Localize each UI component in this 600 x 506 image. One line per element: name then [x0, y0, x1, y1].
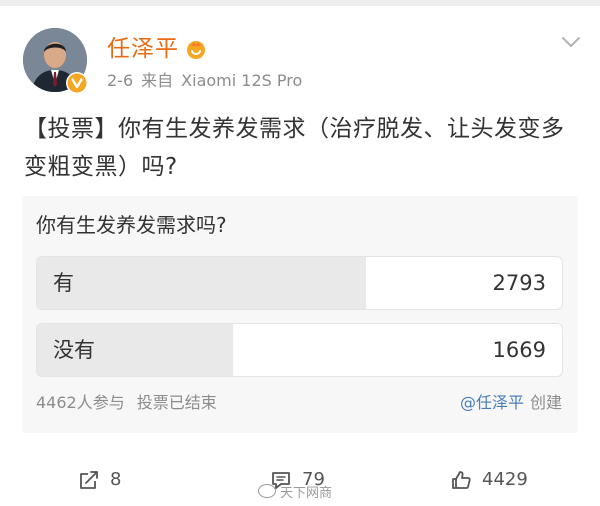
poll-status: 投票已结束	[136, 393, 217, 412]
post-text: 【投票】你有生发养发需求（治疗脱发、让头发变多变粗变黑）吗?	[24, 116, 565, 180]
source-prefix: 来自	[141, 71, 174, 90]
post-meta: 2-6 来自 Xiaomi 12S Pro	[107, 70, 302, 92]
repost-count: 8	[110, 469, 122, 490]
poll-option-label: 没有	[53, 338, 95, 362]
like-button[interactable]: 4429	[450, 462, 560, 498]
watermark: 天下网商	[258, 484, 332, 504]
poll-question: 你有生发养发需求吗?	[36, 213, 227, 237]
verified-badge-icon	[66, 72, 88, 94]
poll-option-label: 有	[53, 271, 74, 295]
repost-icon	[80, 471, 98, 489]
username[interactable]: 任泽平	[107, 34, 179, 64]
poll-summary: 4462人参与 投票已结束	[36, 392, 217, 414]
poll-card: 你有生发养发需求吗? 有 2793 没有 1669 4462人参与 投票已结束 @…	[22, 196, 578, 433]
weibo-logo-icon	[258, 484, 276, 498]
poll-option-count: 1669	[492, 338, 546, 362]
poll-participants: 4462人参与	[36, 393, 125, 412]
poll-creator: @任泽平 创建	[460, 392, 562, 414]
watermark-text: 天下网商	[280, 486, 333, 501]
like-count: 4429	[482, 469, 528, 490]
like-icon	[452, 471, 471, 489]
poll-option-yes[interactable]: 有 2793	[36, 256, 563, 310]
poll-option-bar	[37, 257, 366, 309]
source-device: Xiaomi 12S Pro	[181, 71, 303, 90]
fan-badge-icon[interactable]	[184, 37, 208, 61]
chevron-down-icon[interactable]	[560, 34, 582, 50]
poll-option-count: 2793	[492, 271, 546, 295]
repost-button[interactable]: 8	[78, 462, 148, 498]
post-date: 2-6	[107, 71, 134, 90]
poll-created-label: 创建	[529, 393, 562, 412]
poll-creator-link[interactable]: @任泽平	[460, 393, 524, 412]
poll-option-no[interactable]: 没有 1669	[36, 323, 563, 377]
top-divider	[0, 0, 600, 6]
